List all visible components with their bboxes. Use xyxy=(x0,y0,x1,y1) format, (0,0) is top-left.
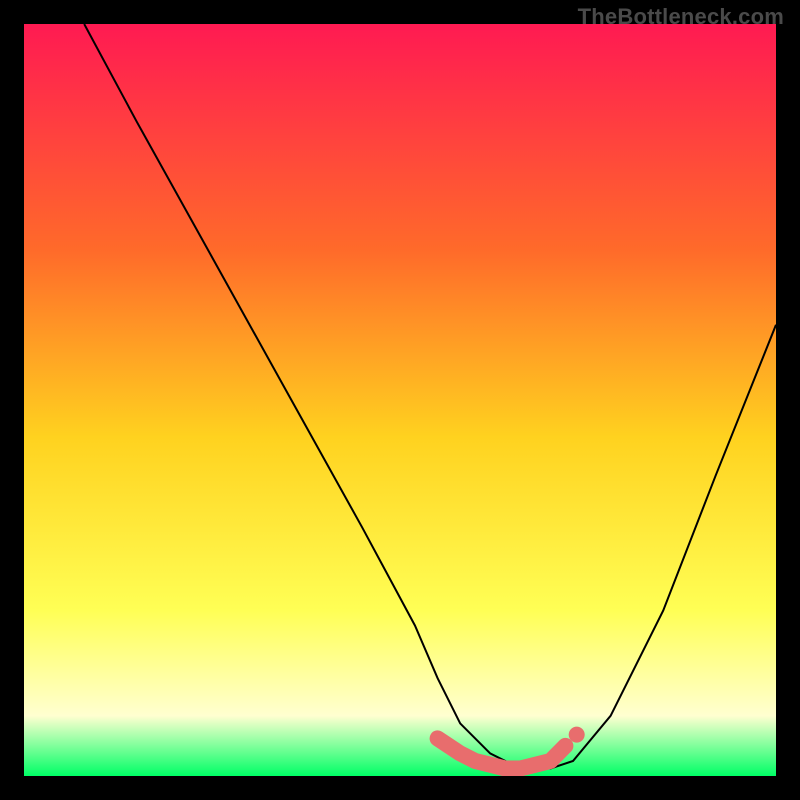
marker-isolated xyxy=(569,727,585,743)
watermark-text: TheBottleneck.com xyxy=(578,4,784,30)
plot-area xyxy=(24,24,776,776)
chart-svg xyxy=(24,24,776,776)
chart-frame: TheBottleneck.com xyxy=(0,0,800,800)
gradient-background xyxy=(24,24,776,776)
